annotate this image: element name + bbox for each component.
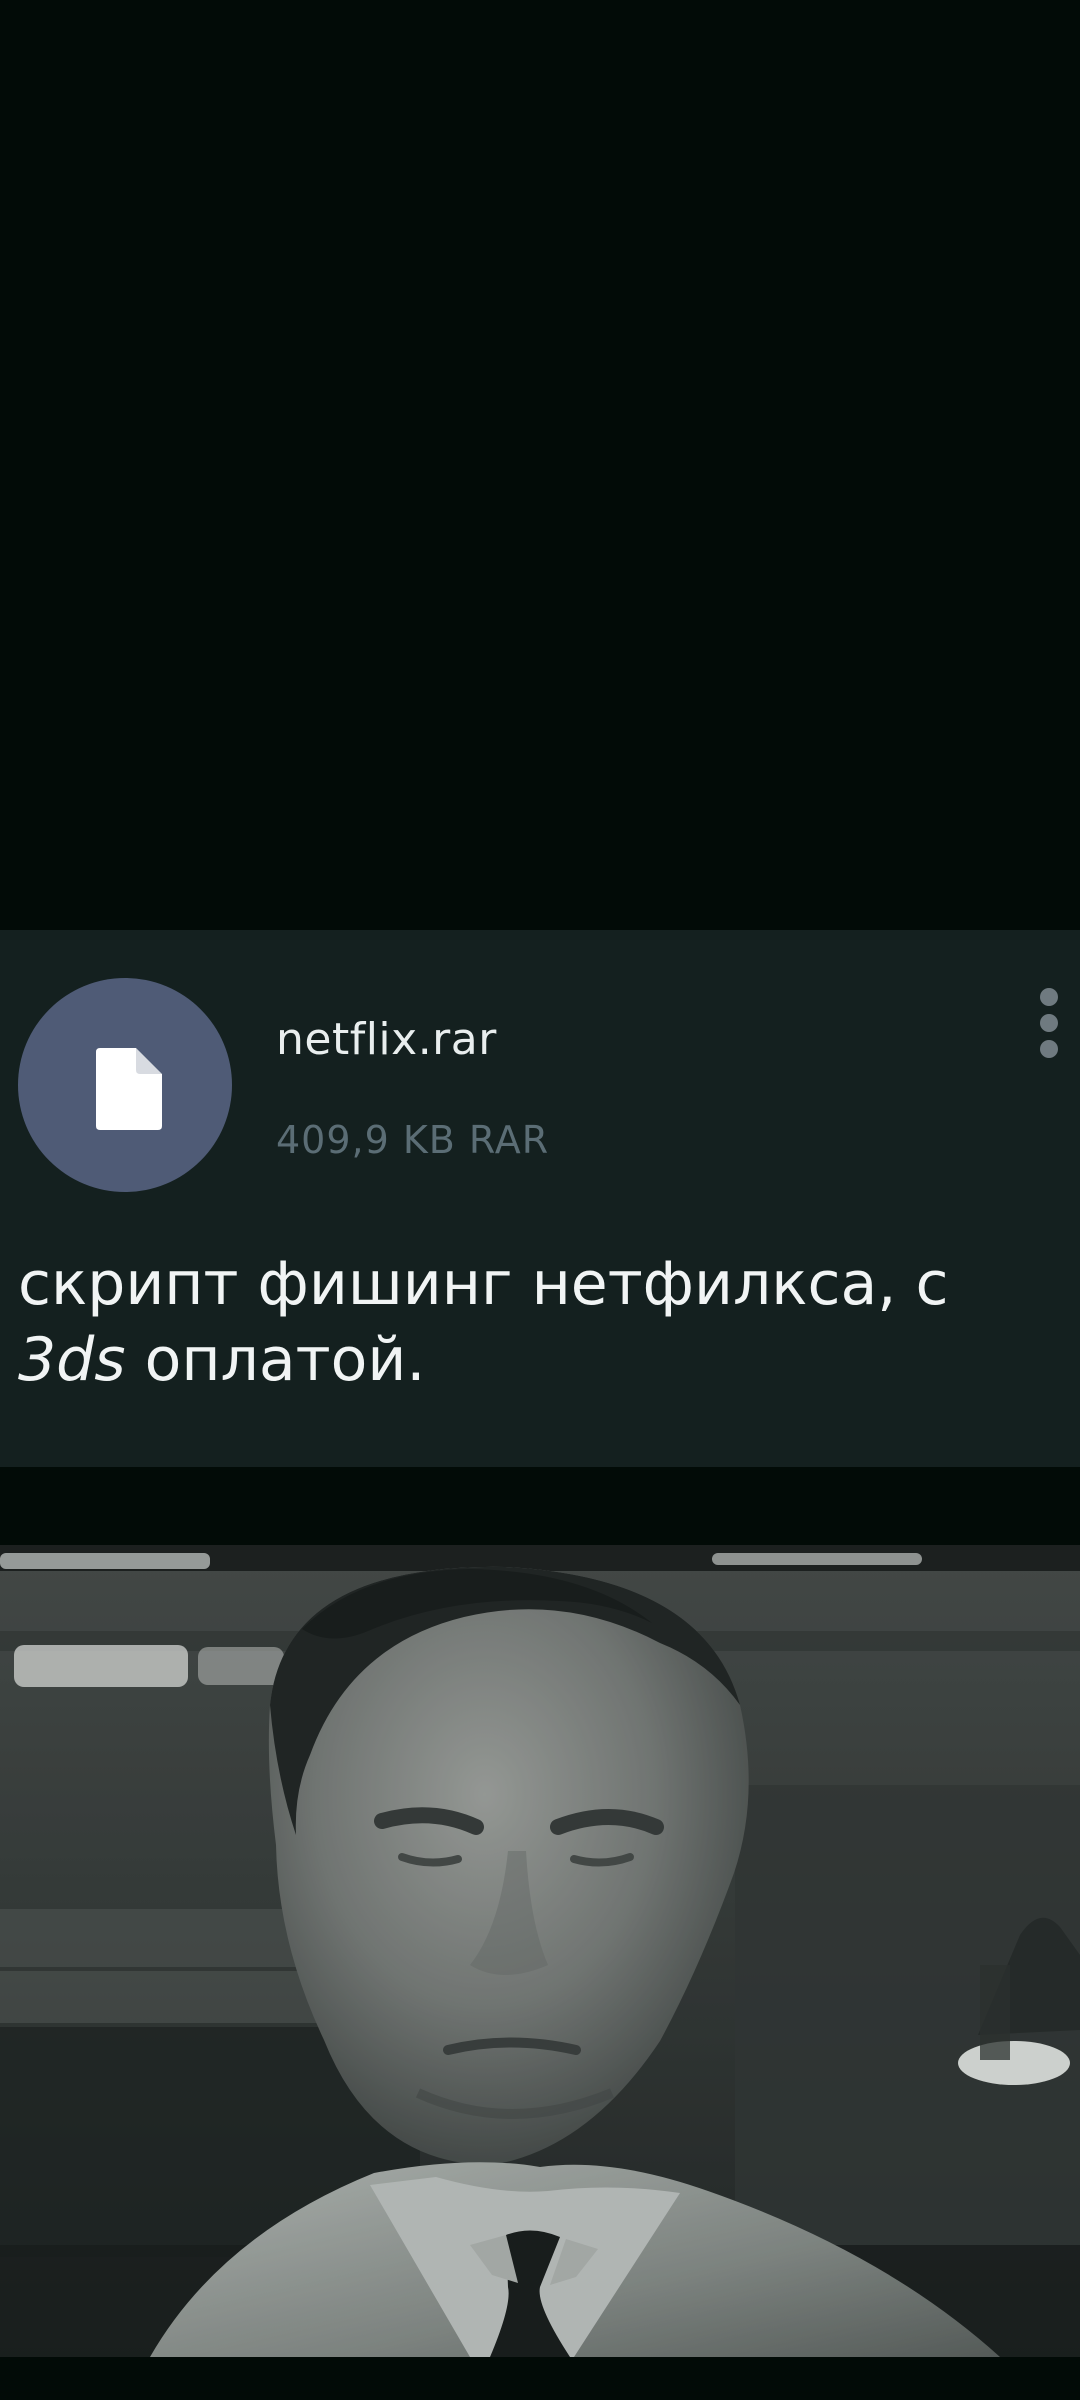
file-download-avatar[interactable] <box>18 978 232 1192</box>
caption-3ds: 3ds <box>18 1325 126 1395</box>
file-size-and-type: 409,9 KB RAR <box>276 1118 550 1162</box>
screen: netflix.rar 409,9 KB RAR скрипт фишинг н… <box>0 0 1080 2400</box>
file-name: netflix.rar <box>276 1014 497 1065</box>
man-in-office-photo <box>0 1545 1080 2357</box>
top-empty-area <box>0 0 1080 930</box>
spacer <box>0 1467 1080 1545</box>
caption-prefix: скрипт фишинг нетфилкса, с <box>18 1249 949 1319</box>
more-vertical-icon[interactable] <box>1034 988 1064 1078</box>
caption-suffix: оплатой. <box>125 1325 426 1395</box>
file-icon <box>96 1048 162 1130</box>
message-caption: скрипт фишинг нетфилкса, с 3ds оплатой. <box>18 1246 1068 1398</box>
file-message-card[interactable]: netflix.rar 409,9 KB RAR скрипт фишинг н… <box>0 930 1080 1467</box>
bottom-bar <box>0 2357 1080 2400</box>
